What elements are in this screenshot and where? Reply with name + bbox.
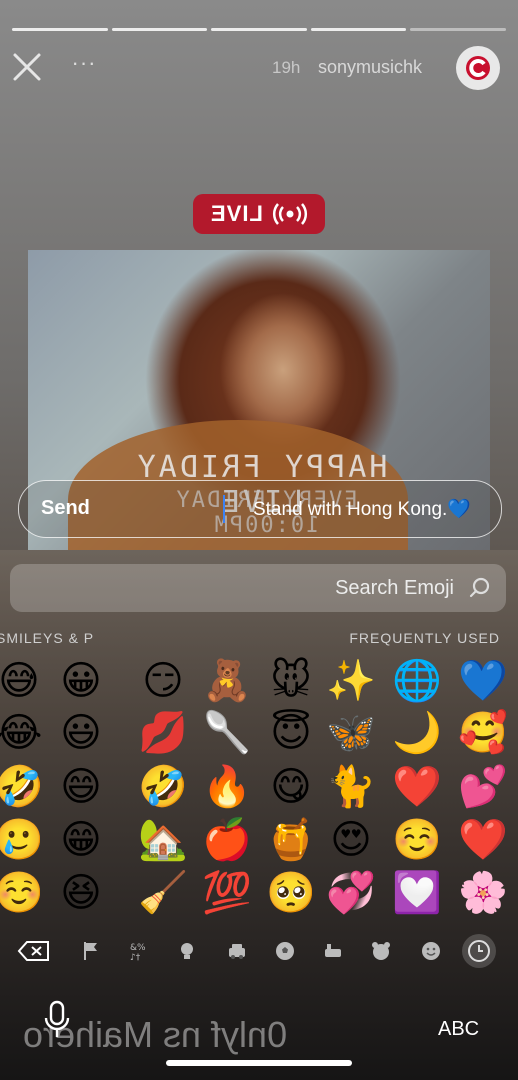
emoji-key[interactable]: 🧹: [138, 868, 188, 918]
emoji-key[interactable]: 😄: [56, 762, 106, 812]
emoji-key[interactable]: 💯: [202, 868, 252, 918]
close-button[interactable]: [12, 52, 42, 82]
emoji-key[interactable]: 😀: [56, 656, 106, 706]
emoji-key[interactable]: 🐭: [266, 656, 316, 706]
emoji-key[interactable]: ❤️: [458, 815, 508, 865]
emoji-grid: 💙 🥰 💕 ❤️ 🌸 🌐 🌙 ❤️ ☺️ 💟 ✨ 🦋 🐈 😍 💞 🐭 😇 😋 🍯 🥺 🧸 🥄 🔥 🍎 💯 😏 💋 🤣 🏡 🧹 😀 😃 😄 😁 😆 😅 😂…: [0, 650, 518, 920]
live-badge-label: LIVE: [209, 201, 263, 226]
microphone-button[interactable]: [44, 1000, 70, 1040]
emoji-key[interactable]: ☺️: [392, 815, 442, 865]
emoji-key[interactable]: 😏: [138, 656, 188, 706]
story-time: 19h: [272, 58, 301, 77]
sony-music-logo-icon: [466, 56, 490, 80]
progress-segment: [410, 28, 506, 31]
progress-segment: [211, 28, 307, 31]
send-button[interactable]: Send: [41, 497, 90, 520]
emoji-key[interactable]: 🍎: [202, 815, 252, 865]
smiley-category-button[interactable]: [414, 934, 448, 968]
ball-category-button[interactable]: [268, 934, 302, 968]
symbols-category-button[interactable]: &% ♪†: [122, 934, 156, 968]
reply-field[interactable]: Send Stand with Hong Kong.💙: [18, 480, 502, 538]
emoji-key[interactable]: 🍯: [266, 815, 316, 865]
emoji-key[interactable]: 💙: [458, 656, 508, 706]
emoji-key[interactable]: 🤣: [0, 762, 44, 812]
emoji-key[interactable]: ✨: [326, 656, 376, 706]
category-label-frequent: FREQUENTLY USED: [349, 630, 500, 646]
svg-text:♪†: ♪†: [130, 953, 141, 963]
home-indicator[interactable]: [166, 1060, 352, 1066]
emoji-key[interactable]: 😍: [326, 815, 376, 865]
flag-icon: [84, 942, 97, 960]
emoji-key[interactable]: 🏡: [138, 815, 188, 865]
emoji-key[interactable]: 😆: [56, 868, 106, 918]
emoji-key[interactable]: 😋: [266, 762, 316, 812]
microphone-icon: [44, 1000, 70, 1037]
flag-category-button[interactable]: [74, 934, 108, 968]
emoji-key[interactable]: 🧸: [202, 656, 252, 706]
emoji-key[interactable]: 🌸: [458, 868, 508, 918]
svg-text:&%: &%: [130, 943, 146, 953]
emoji-key[interactable]: 🌐: [392, 656, 442, 706]
emoji-key[interactable]: 😂: [0, 708, 44, 758]
car-icon: [229, 944, 245, 959]
emoji-key[interactable]: 🦋: [326, 708, 376, 758]
search-icon: [469, 577, 490, 598]
animal-icon: [372, 942, 390, 960]
story-progress: [12, 28, 506, 31]
story-header: ··· 19h sonymusichk: [0, 40, 518, 96]
emoji-key[interactable]: 💕: [458, 762, 508, 812]
emoji-key[interactable]: 🔥: [202, 762, 252, 812]
ball-icon: [276, 942, 294, 960]
food-category-button[interactable]: [316, 934, 350, 968]
animal-category-button[interactable]: [364, 934, 398, 968]
search-placeholder: Search Emoji: [335, 577, 454, 599]
abc-keyboard-button[interactable]: ABC: [438, 1018, 479, 1041]
emoji-category-toolbar: &% ♪†: [0, 930, 518, 970]
emoji-search-input[interactable]: Search Emoji: [10, 564, 506, 612]
bulb-icon: [181, 943, 193, 959]
progress-segment: [310, 28, 407, 31]
symbols-icon: &%♪†: [130, 943, 146, 963]
emoji-key[interactable]: 😁: [56, 815, 106, 865]
car-category-button[interactable]: [220, 934, 254, 968]
emoji-key[interactable]: 😃: [56, 708, 106, 758]
category-label-smileys: SMILEYS & P: [0, 630, 95, 646]
delete-icon: [17, 941, 49, 961]
keyboard-bottom-row: 0nlyf ns Maihero ABC: [0, 980, 518, 1080]
clock-icon: [468, 940, 490, 962]
avatar[interactable]: [456, 46, 500, 90]
bulb-category-button[interactable]: [170, 934, 204, 968]
more-options-button[interactable]: ···: [70, 52, 98, 76]
progress-segment: [111, 28, 208, 31]
reply-text[interactable]: Stand with Hong Kong.💙: [253, 497, 471, 521]
food-icon: [325, 944, 341, 957]
emoji-key[interactable]: 😅: [0, 656, 44, 706]
close-icon: [13, 53, 41, 81]
emoji-key[interactable]: 🥺: [266, 868, 316, 918]
emoji-key[interactable]: 🌙: [392, 708, 442, 758]
emoji-key[interactable]: 💞: [326, 868, 376, 918]
progress-segment: [12, 28, 108, 31]
emoji-key[interactable]: 🐈: [326, 762, 376, 812]
delete-category-button[interactable]: [14, 934, 54, 968]
text-cursor: [223, 495, 225, 523]
clock-category-button[interactable]: [462, 934, 496, 968]
screen: ··· 19h sonymusichk LIVE HAPPY FRIDAY LI…: [0, 0, 518, 1080]
emoji-key[interactable]: 💟: [392, 868, 442, 918]
username[interactable]: sonymusichk: [318, 57, 422, 78]
broadcast-icon: [273, 203, 308, 225]
emoji-key[interactable]: 🥲: [0, 815, 44, 865]
emoji-key[interactable]: 🥄: [202, 708, 252, 758]
emoji-keyboard: Search Emoji FREQUENTLY USED SMILEYS & P…: [0, 550, 518, 1080]
smiley-icon: [422, 942, 440, 960]
emoji-key[interactable]: ❤️: [392, 762, 442, 812]
emoji-key[interactable]: 😇: [266, 708, 316, 758]
live-badge: LIVE: [193, 194, 325, 234]
emoji-key[interactable]: ☺️: [0, 868, 44, 918]
emoji-key[interactable]: 💋: [138, 708, 188, 758]
emoji-key[interactable]: 🤣: [138, 762, 188, 812]
emoji-key[interactable]: 🥰: [458, 708, 508, 758]
